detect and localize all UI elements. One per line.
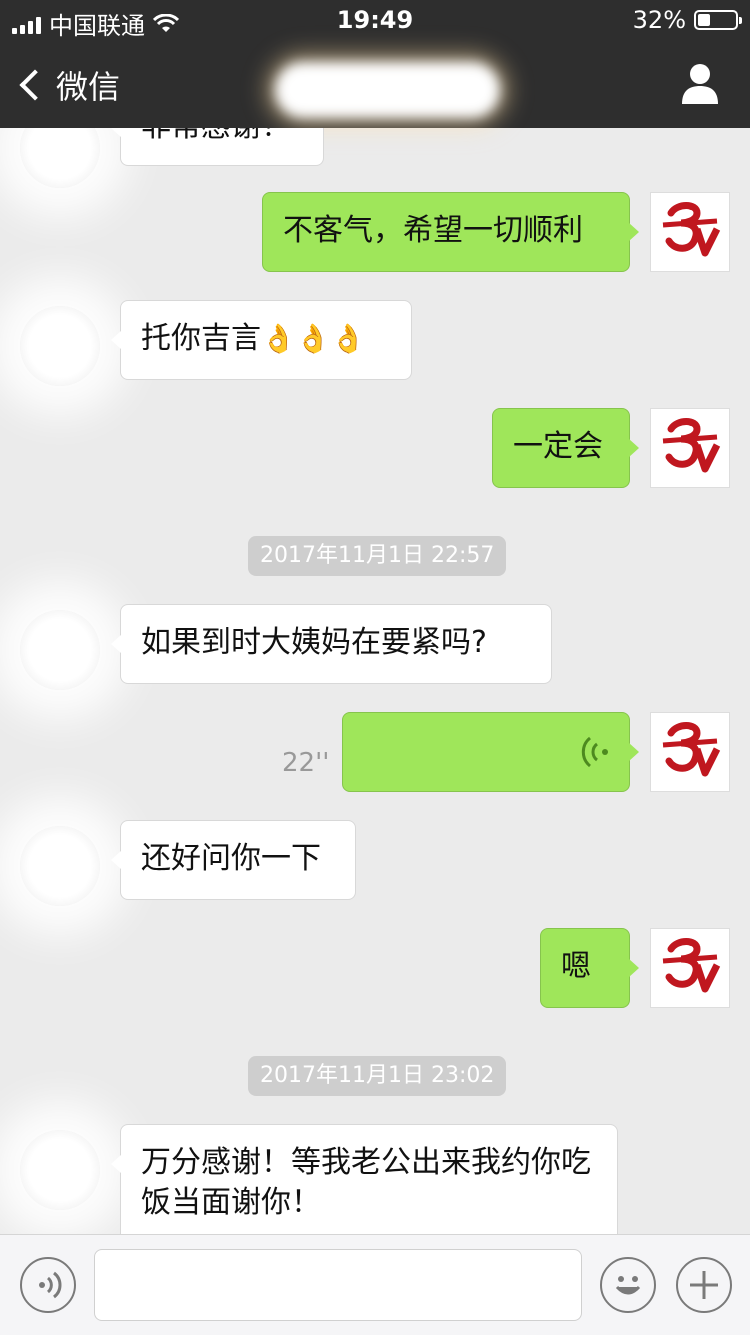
add-more-button[interactable] (676, 1257, 732, 1313)
battery-percent: 32% (632, 6, 686, 34)
contact-avatar[interactable] (20, 128, 100, 188)
profile-button[interactable] (680, 62, 720, 106)
message-sent[interactable]: 不客气，希望一切顺利 (262, 192, 639, 272)
plus-icon (690, 1271, 718, 1299)
message-text: 万分感谢！等我老公出来我约你吃饭当面谢你！ (141, 1145, 591, 1220)
nav-bar: 微信 (0, 40, 750, 128)
my-avatar[interactable] (650, 408, 730, 488)
emoji-icon (615, 1276, 641, 1295)
message-text: 托你吉言 (141, 321, 261, 356)
message-received[interactable]: 还好问你一下 (111, 820, 356, 900)
message-timestamp: 2017年11月1日 22:57 (248, 536, 507, 576)
contact-avatar[interactable] (20, 610, 100, 690)
message-text: 如果到时大姨妈在要紧吗? (141, 625, 487, 660)
message-received[interactable]: 托你吉言👌👌👌 (111, 300, 412, 380)
om-symbol-icon (662, 418, 721, 473)
chevron-left-icon (19, 69, 51, 101)
status-right: 32% (632, 6, 742, 34)
voice-message[interactable] (342, 712, 639, 792)
contact-avatar[interactable] (20, 306, 100, 386)
my-avatar[interactable] (650, 712, 730, 792)
om-symbol-icon (662, 938, 721, 993)
message-text: 一定会 (513, 429, 603, 464)
voice-wave-icon (581, 736, 608, 768)
message-received[interactable]: 非常感谢！ (111, 128, 324, 166)
message-input[interactable] (94, 1249, 582, 1321)
message-text: 不客气，希望一切顺利 (283, 213, 583, 248)
battery-fill (698, 14, 710, 26)
emoji-button[interactable] (600, 1257, 656, 1313)
om-symbol-icon (662, 202, 721, 257)
message-sent[interactable]: 嗯 (540, 928, 639, 1008)
back-button[interactable]: 微信 (16, 62, 120, 108)
person-icon (682, 64, 718, 104)
message-received[interactable]: 如果到时大姨妈在要紧吗? (111, 604, 552, 684)
message-sent[interactable]: 一定会 (492, 408, 639, 488)
voice-duration: 22'' (282, 748, 330, 778)
back-label: 微信 (56, 68, 121, 106)
redacted-chat-title (275, 62, 500, 118)
message-text: 非常感谢！ (141, 128, 291, 144)
my-avatar[interactable] (650, 928, 730, 1008)
battery-icon (694, 10, 742, 30)
my-avatar[interactable] (650, 192, 730, 272)
message-received[interactable]: 万分感谢！等我老公出来我约你吃饭当面谢你！ (111, 1124, 618, 1234)
input-bar (0, 1234, 750, 1335)
status-bar: 中国联通 19:49 32% (0, 0, 750, 40)
om-symbol-icon (662, 722, 721, 777)
contact-avatar[interactable] (20, 1130, 100, 1210)
chat-history[interactable]: 非常感谢！ 不客气，希望一切顺利 托你吉言👌👌👌 一定会 2017年11月1日 … (0, 128, 750, 1234)
contact-avatar[interactable] (20, 826, 100, 906)
message-text: 还好问你一下 (141, 841, 321, 876)
message-text: 嗯 (561, 949, 591, 984)
voice-input-icon (39, 1271, 62, 1299)
ok-hand-emoji: 👌👌👌 (261, 322, 366, 355)
message-timestamp: 2017年11月1日 23:02 (248, 1056, 507, 1096)
voice-input-button[interactable] (20, 1257, 76, 1313)
